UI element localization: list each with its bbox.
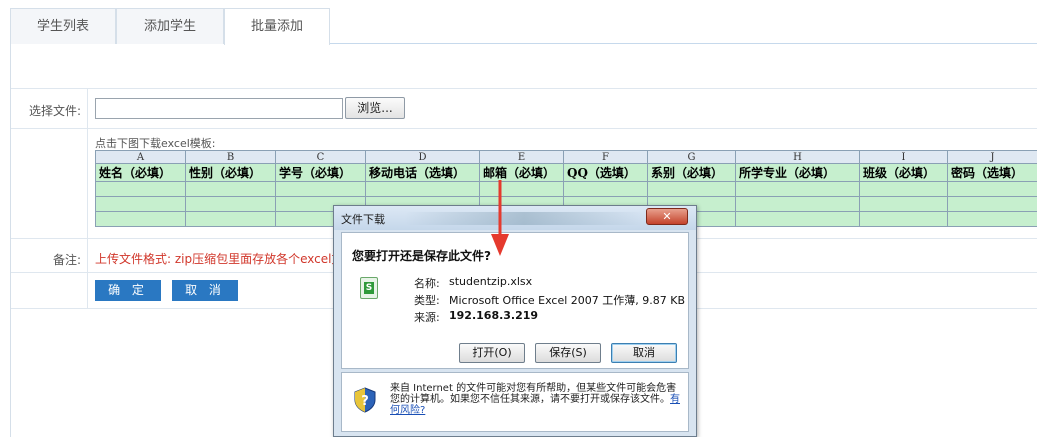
file-source: 192.168.3.219 [449,309,539,322]
close-icon[interactable]: ✕ [646,208,688,225]
remark-text: 上传文件格式: zip压缩包里面存放各个excel文 [95,252,344,266]
type-label: 类型: [414,294,440,307]
row-divider [10,128,1037,129]
remark-label: 备注: [52,253,81,267]
shield-icon: ? [354,387,376,413]
label-column-divider [87,88,88,308]
tab-batch-add[interactable]: 批量添加 [224,8,330,45]
blank-row [95,181,1037,197]
column-letter: A [95,150,186,164]
header-cell: 班级（必填） [859,163,948,182]
blurred-region [404,212,644,225]
save-button[interactable]: 保存(S) [535,343,601,363]
tab-add-student[interactable]: 添加学生 [116,8,224,44]
column-letter: I [859,150,948,164]
name-label: 名称: [414,277,440,290]
cancel-button[interactable]: 取 消 [172,280,238,301]
header-cell: 移动电话（选填） [365,163,480,182]
arrow-annotation-icon [491,180,509,256]
confirm-button[interactable]: 确 定 [95,280,161,301]
column-letter: E [479,150,564,164]
file-path-input[interactable] [95,98,343,119]
dialog-titlebar[interactable]: 文件下载 ✕ [334,206,696,230]
excel-file-icon: S [360,277,378,299]
row-divider [10,88,1037,89]
header-cell: 所学专业（必填） [735,163,860,182]
header-cell: 学号（必填） [275,163,366,182]
header-cell: 密码（选填） [947,163,1037,182]
header-cell: 系别（必填） [647,163,736,182]
column-letter: G [647,150,736,164]
file-type: Microsoft Office Excel 2007 工作薄, 9.87 KB [449,294,686,307]
column-letter: B [185,150,276,164]
tab-bar: 学生列表 添加学生 批量添加 [10,8,1037,45]
column-letter: D [365,150,480,164]
dialog-cancel-button[interactable]: 取消 [611,343,677,363]
warning-text: 来自 Internet 的文件可能对您有所帮助，但某些文件可能会危害您的计算机。… [390,383,680,416]
download-hint: 点击下图下载excel模板: [95,137,216,150]
header-cell: 姓名（必填） [95,163,186,182]
header-cell: QQ（选填） [563,163,648,182]
column-letter: C [275,150,366,164]
dialog-question: 您要打开还是保存此文件? [352,249,491,263]
svg-text:?: ? [361,394,369,409]
header-cell: 性别（必填） [185,163,276,182]
dialog-title: 文件下载 [341,213,385,226]
open-button[interactable]: 打开(O) [459,343,525,363]
browse-button[interactable]: 浏览... [345,97,405,119]
tab-student-list[interactable]: 学生列表 [10,8,116,44]
source-label: 来源: [414,311,440,324]
file-download-dialog: 文件下载 ✕ 您要打开还是保存此文件? S 名称: studentzip.xls… [333,205,697,437]
column-letter: F [563,150,648,164]
file-label: 选择文件: [28,104,81,118]
dialog-warning: ? 来自 Internet 的文件可能对您有所帮助，但某些文件可能会危害您的计算… [341,372,689,432]
column-letter: H [735,150,860,164]
dialog-body: 您要打开还是保存此文件? S 名称: studentzip.xlsx 类型: M… [341,232,689,369]
column-letter: J [947,150,1037,164]
file-name: studentzip.xlsx [449,275,533,288]
